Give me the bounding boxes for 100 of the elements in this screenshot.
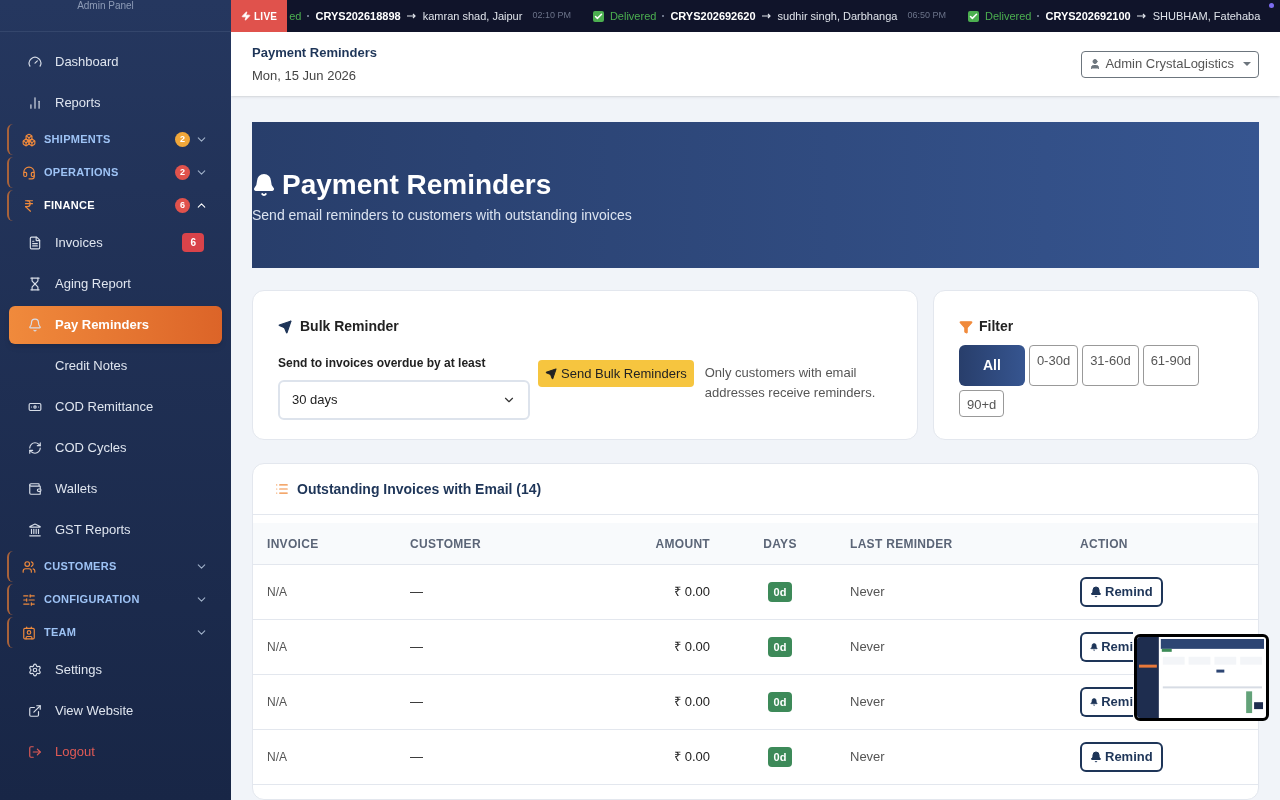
- customer-cell-text: —: [410, 583, 424, 602]
- header-title: Payment Reminders: [252, 44, 377, 62]
- sidebar-item[interactable]: Settings: [9, 650, 222, 689]
- item-label: Invoices: [55, 233, 103, 252]
- sidebar-group[interactable]: FINANCE 6: [7, 190, 224, 221]
- column-header: ACTION: [1080, 535, 1129, 553]
- arrow-icon: [406, 13, 417, 19]
- amount-cell-text: ₹ 0.00: [674, 583, 710, 602]
- column-header: AMOUNT: [655, 535, 710, 553]
- status-text: ed: [289, 8, 302, 24]
- sidebar-group[interactable]: SHIPMENTS 2: [7, 124, 224, 155]
- sidebar-group[interactable]: OPERATIONS 2: [7, 157, 224, 188]
- sidebar-item[interactable]: Wallets: [9, 469, 222, 508]
- group-label: CUSTOMERS: [44, 559, 117, 575]
- sidebar-item[interactable]: Reports: [9, 83, 222, 122]
- field-label: Send to invoices overdue by at least: [278, 355, 487, 372]
- filter-chip[interactable]: 31-60d: [1082, 345, 1139, 386]
- time-text: 02:10 PM: [532, 9, 571, 23]
- settings-icon: [28, 662, 42, 677]
- sidebar-group[interactable]: TEAM: [7, 617, 224, 648]
- filter-chip[interactable]: 0-30d: [1028, 345, 1079, 386]
- count-badge: 2: [175, 132, 190, 147]
- remind-button[interactable]: Remind: [1080, 742, 1163, 772]
- sidebar-item[interactable]: COD Remittance: [9, 387, 222, 426]
- lightning-icon: [241, 11, 251, 21]
- user-menu-button[interactable]: Admin CrystaLogistics: [1081, 50, 1259, 78]
- sidebar-item[interactable]: Logout: [9, 732, 222, 771]
- id-card-icon: [22, 625, 36, 640]
- list-icon: [275, 482, 289, 496]
- tracking-number: CRYS202692620: [670, 8, 756, 24]
- headset-icon: [22, 165, 36, 180]
- remind-button[interactable]: Remi: [1080, 687, 1133, 717]
- last-reminder-cell-text: Never: [850, 638, 886, 657]
- sidebar-item[interactable]: Dashboard: [9, 42, 222, 81]
- sidebar-group[interactable]: CUSTOMERS: [7, 551, 224, 582]
- filter-chip[interactable]: 90+d: [959, 390, 1005, 417]
- caret-icon: [1243, 61, 1251, 67]
- filter-chip[interactable]: 61-90d: [1142, 345, 1200, 386]
- sidebar-group[interactable]: CONFIGURATION: [7, 584, 224, 615]
- destination-text: sudhir singh, Darbhanga: [777, 8, 898, 24]
- item-label: View Website: [55, 701, 134, 720]
- status-text: Delivered: [985, 8, 1032, 24]
- days-badge: 0d: [767, 746, 793, 768]
- item-label: Aging Report: [55, 274, 131, 293]
- banner-title: Payment Reminders: [282, 170, 552, 199]
- remind-button[interactable]: Remind: [1080, 577, 1163, 607]
- count-badge: 2: [175, 165, 190, 180]
- last-reminder-cell-text: Never: [850, 583, 886, 602]
- bank-icon: [28, 522, 42, 537]
- group-label: CONFIGURATION: [44, 592, 140, 608]
- days-select[interactable]: 30 days: [278, 380, 530, 420]
- customer-cell-text: —: [410, 748, 424, 767]
- days-badge: 0d: [767, 581, 793, 603]
- hourglass-icon: [28, 276, 42, 291]
- sidebar-item[interactable]: Aging Report: [9, 264, 222, 303]
- group-label: OPERATIONS: [44, 165, 119, 181]
- paper-plane-icon: [278, 319, 292, 334]
- item-label: GST Reports: [55, 520, 131, 539]
- days-badge: 0d: [767, 636, 793, 658]
- document-icon: [28, 235, 42, 250]
- amount-cell-text: ₹ 0.00: [674, 693, 710, 712]
- external-link-icon: [28, 703, 42, 718]
- sidebar-item[interactable]: Credit Notes: [9, 346, 222, 385]
- bulk-note: Only customers with email addresses receive reminders.: [704, 364, 877, 402]
- banner-subtitle: Send email reminders to customers with outstanding invoices: [252, 205, 633, 225]
- invoice-cell-text: N/A: [267, 749, 288, 766]
- item-label: Logout: [55, 742, 95, 761]
- card-title: Filter: [979, 317, 1014, 336]
- arrow-icon: [761, 13, 772, 19]
- rupee-icon: [22, 198, 36, 213]
- invoice-cell-text: N/A: [267, 694, 288, 711]
- group-label: SHIPMENTS: [44, 132, 111, 148]
- live-badge: LIVE: [231, 0, 288, 32]
- gauge-icon: [28, 54, 42, 69]
- column-header: LAST REMINDER: [850, 535, 954, 553]
- count-badge: 6: [175, 198, 190, 213]
- send-bulk-button[interactable]: Send Bulk Reminders: [538, 360, 694, 387]
- days-badge: 0d: [767, 691, 793, 713]
- wallet-icon: [28, 481, 42, 496]
- filter-chip[interactable]: All: [959, 345, 1025, 386]
- bell-icon: [28, 317, 42, 332]
- last-reminder-cell-text: Never: [850, 693, 886, 712]
- user-icon: [1089, 58, 1102, 70]
- tracking-number: CRYS202692100: [1045, 8, 1131, 24]
- sidebar-item[interactable]: View Website: [9, 691, 222, 730]
- remind-button[interactable]: Remi: [1080, 632, 1133, 662]
- customer-cell-text: —: [410, 693, 424, 712]
- bell-icon: [1090, 586, 1102, 598]
- sidebar-item[interactable]: GST Reports: [9, 510, 222, 549]
- bell-icon: [1090, 751, 1102, 763]
- item-label: Wallets: [55, 479, 98, 498]
- card-title: Bulk Reminder: [300, 317, 399, 336]
- group-label: TEAM: [44, 625, 77, 641]
- column-header: DAYS: [763, 535, 797, 553]
- sidebar-item[interactable]: COD Cycles: [9, 428, 222, 467]
- check-icon: [968, 10, 979, 22]
- status-text: Delivered: [609, 8, 657, 24]
- item-label: COD Cycles: [55, 438, 127, 457]
- sidebar-item[interactable]: Invoices 6: [9, 223, 222, 262]
- filter-icon: [959, 319, 973, 334]
